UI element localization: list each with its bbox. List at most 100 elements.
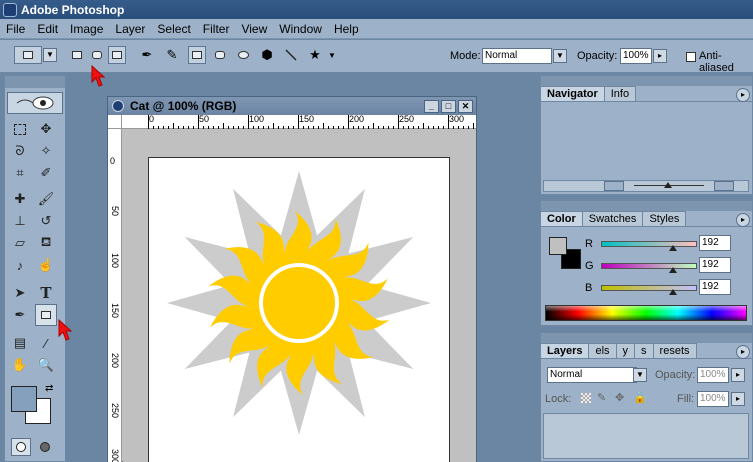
mode-select[interactable]: Normal [482, 48, 552, 64]
menu-window[interactable]: Window [273, 22, 328, 36]
blue-slider[interactable] [601, 285, 697, 291]
polygon-button[interactable]: ⬢ [258, 46, 276, 64]
opacity-slider-button[interactable]: ▸ [731, 368, 745, 382]
green-slider-knob[interactable] [669, 267, 677, 273]
menu-view[interactable]: View [235, 22, 273, 36]
type-tool[interactable]: T [35, 282, 57, 304]
tab-info[interactable]: Info [604, 86, 637, 101]
eyedropper-tool[interactable]: ⁄ [35, 332, 57, 354]
tab-history[interactable]: y [616, 343, 636, 358]
ellipse-button[interactable] [234, 46, 252, 64]
menu-layer[interactable]: Layer [109, 22, 151, 36]
notes-tool[interactable]: ▤ [9, 332, 31, 354]
red-slider-knob[interactable] [669, 245, 677, 251]
tab-styles[interactable]: Styles [643, 211, 687, 226]
eraser-tool[interactable]: ▱ [9, 232, 31, 254]
tab-navigator[interactable]: Navigator [541, 86, 605, 101]
fill-pixels-button[interactable] [108, 46, 126, 64]
tool-preset-picker[interactable] [14, 46, 42, 64]
menu-filter[interactable]: Filter [197, 22, 236, 36]
panel-menu-button[interactable]: ▸ [736, 88, 750, 102]
panel-header[interactable] [541, 333, 752, 343]
pen-tool-button[interactable]: ✒ [138, 46, 156, 64]
opacity-slider-button[interactable]: ▸ [653, 49, 667, 63]
lock-move-icon[interactable]: ✥ [615, 391, 624, 404]
chevron-down-icon[interactable]: ▼ [553, 49, 567, 63]
fill-input[interactable]: 100% [697, 391, 729, 407]
rectangle-shape-button[interactable] [188, 46, 206, 64]
hand-tool[interactable]: ✋ [9, 354, 31, 376]
tab-layers[interactable]: Layers [541, 343, 590, 358]
geometry-options-button[interactable]: ▼ [326, 46, 338, 64]
red-slider[interactable] [601, 241, 697, 247]
canvas-area[interactable] [123, 130, 476, 462]
move-tool[interactable]: ✥ [35, 118, 57, 140]
lasso-tool[interactable]: ᘐ [9, 140, 31, 162]
tab-swatches[interactable]: Swatches [582, 211, 644, 226]
tab-channels[interactable]: els [589, 343, 617, 358]
document-title-bar[interactable]: Cat @ 100% (RGB) _ □ ✕ [108, 97, 476, 115]
tools-palette-header[interactable] [5, 76, 65, 88]
healing-brush-tool[interactable]: ✚ [9, 188, 31, 210]
close-button[interactable]: ✕ [458, 99, 473, 113]
adobe-online-button[interactable] [7, 92, 63, 114]
blue-value-input[interactable]: 192 [699, 279, 731, 295]
dodge-tool[interactable]: ♪ [9, 254, 31, 276]
pen-tool[interactable]: ✒ [9, 304, 31, 326]
chevron-down-icon[interactable]: ▼ [633, 368, 647, 382]
maximize-button[interactable]: □ [441, 99, 456, 113]
tab-color[interactable]: Color [541, 211, 583, 226]
history-brush-tool[interactable]: ↺ [35, 210, 57, 232]
zoom-out-icon[interactable] [604, 181, 624, 191]
menu-image[interactable]: Image [64, 22, 109, 36]
magic-wand-tool[interactable]: ✧ [35, 140, 57, 162]
ruler-origin[interactable] [108, 115, 122, 129]
foreground-color-swatch-front[interactable] [549, 237, 567, 255]
tab-actions[interactable]: s [635, 343, 654, 358]
green-slider[interactable] [601, 263, 697, 269]
blue-slider-knob[interactable] [669, 289, 677, 295]
panel-header[interactable] [541, 201, 752, 211]
color-spectrum-bar[interactable] [545, 305, 747, 321]
fill-slider-button[interactable]: ▸ [731, 392, 745, 406]
panel-menu-button[interactable]: ▸ [736, 345, 750, 359]
menu-help[interactable]: Help [328, 22, 365, 36]
red-value-input[interactable]: 192 [699, 235, 731, 251]
lock-all-icon[interactable]: 🔒 [633, 391, 647, 404]
brush-tool[interactable]: 🖌 [35, 188, 57, 210]
blend-mode-select[interactable]: Normal [547, 367, 637, 383]
foreground-color-swatch-front[interactable] [11, 386, 37, 412]
blur-tool[interactable]: ☝ [35, 254, 57, 276]
path-selection-tool[interactable]: ➤ [9, 282, 31, 304]
tab-tool-presets[interactable]: resets [653, 343, 697, 358]
green-value-input[interactable]: 192 [699, 257, 731, 273]
shape-layers-button[interactable] [68, 46, 86, 64]
lock-brush-icon[interactable]: ✎ [597, 391, 606, 404]
image-canvas[interactable] [148, 157, 450, 462]
menu-file[interactable]: File [0, 22, 31, 36]
opacity-input[interactable]: 100% [620, 48, 652, 64]
horizontal-ruler[interactable]: 0 50 100 150 200 250 300 [122, 114, 476, 129]
zoom-in-icon[interactable] [714, 181, 734, 191]
custom-shape-button[interactable]: ★ [306, 46, 324, 64]
crop-tool[interactable]: ⌗ [9, 162, 31, 184]
zoom-tool[interactable]: 🔍 [35, 354, 57, 376]
vertical-ruler[interactable]: 0 50 100 150 200 250 300 [108, 129, 122, 462]
rectangle-tool[interactable] [35, 304, 57, 326]
chevron-down-icon[interactable]: ▼ [43, 48, 57, 62]
line-button[interactable] [282, 46, 300, 64]
panel-menu-button[interactable]: ▸ [736, 213, 750, 227]
layer-opacity-input[interactable]: 100% [697, 367, 729, 383]
paint-bucket-tool[interactable]: ⛾ [35, 232, 57, 254]
menu-select[interactable]: Select [151, 22, 196, 36]
panel-header[interactable] [541, 76, 752, 86]
lock-transparency-icon[interactable] [581, 393, 591, 403]
antialiased-checkbox[interactable] [686, 52, 696, 62]
freeform-pen-button[interactable]: ✎ [163, 46, 181, 64]
menu-edit[interactable]: Edit [31, 22, 64, 36]
paths-button[interactable] [88, 46, 106, 64]
clone-stamp-tool[interactable]: ⊥ [9, 210, 31, 232]
quick-mask-button[interactable] [35, 438, 55, 456]
slice-tool[interactable]: ✐ [35, 162, 57, 184]
minimize-button[interactable]: _ [424, 99, 439, 113]
